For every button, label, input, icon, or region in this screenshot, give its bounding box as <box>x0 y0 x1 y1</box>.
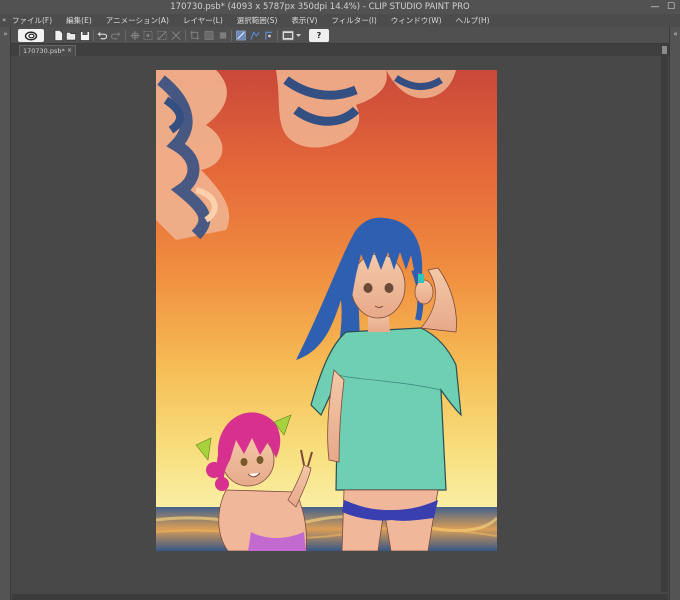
tall-girl <box>296 217 462 551</box>
document-tab-bar: 170730.psb* × <box>0 44 680 56</box>
menu-view[interactable]: 表示(V) <box>291 14 317 27</box>
save-icon[interactable] <box>80 30 90 41</box>
command-bar: « <box>0 27 680 44</box>
menu-animation[interactable]: アニメーション(A) <box>106 14 169 27</box>
crop-icon[interactable] <box>190 30 200 41</box>
menu-bar: « ファイル(F) 編集(E) アニメーション(A) レイヤー(L) 選択範囲(… <box>0 14 680 27</box>
left-panel-strip: » <box>0 27 11 600</box>
clip-studio-window: 170730.psb* (4093 x 5787px 350dpi 14.4%)… <box>0 0 680 600</box>
toolbar-separator <box>231 30 232 41</box>
minimize-button[interactable]: — <box>648 0 662 14</box>
close-tab-icon[interactable]: × <box>67 46 72 56</box>
transform-icon[interactable] <box>130 30 140 41</box>
clear-icon[interactable] <box>204 30 214 41</box>
horizontal-scrollbar[interactable] <box>12 594 668 600</box>
clip-studio-logo-icon[interactable] <box>18 29 44 42</box>
redo-icon[interactable] <box>111 30 121 41</box>
snap-grid-icon[interactable] <box>250 30 260 41</box>
collapse-left-icon[interactable]: « <box>2 14 12 27</box>
new-file-icon[interactable] <box>53 30 63 41</box>
toolbar-separator <box>185 30 186 41</box>
scale-icon[interactable] <box>143 30 153 41</box>
document-tab[interactable]: 170730.psb* × <box>19 45 76 56</box>
clouds <box>156 70 456 240</box>
snap-ruler-icon[interactable] <box>236 30 246 41</box>
menu-help[interactable]: ヘルプ(H) <box>456 14 490 27</box>
vertical-scroll-thumb[interactable] <box>662 46 667 54</box>
undo-icon[interactable] <box>97 30 107 41</box>
toolbar-separator <box>125 30 126 41</box>
document-tab-label: 170730.psb* <box>23 47 65 55</box>
fill-icon[interactable] <box>218 30 228 41</box>
right-panel-strip: « <box>669 27 680 600</box>
expand-left-panel-icon[interactable]: » <box>0 30 11 38</box>
title-bar: 170730.psb* (4093 x 5787px 350dpi 14.4%)… <box>0 0 680 14</box>
window-title: 170730.psb* (4093 x 5787px 350dpi 14.4%)… <box>170 2 470 12</box>
artwork-canvas[interactable] <box>156 70 497 551</box>
canvas-view-icon[interactable] <box>282 30 302 41</box>
open-file-icon[interactable] <box>66 30 76 41</box>
menu-window[interactable]: ウィンドウ(W) <box>391 14 442 27</box>
deselect-icon[interactable] <box>157 30 167 41</box>
toolbar-separator <box>93 30 94 41</box>
menu-layer[interactable]: レイヤー(L) <box>183 14 223 27</box>
help-icon[interactable]: ? <box>309 29 329 42</box>
menu-file[interactable]: ファイル(F) <box>12 14 52 27</box>
menu-selection[interactable]: 選択範囲(S) <box>237 14 278 27</box>
expand-right-panel-icon[interactable]: « <box>670 30 680 38</box>
toolbar-separator <box>277 30 278 41</box>
illustration-image <box>156 70 497 551</box>
invert-selection-icon[interactable] <box>171 30 181 41</box>
maximize-button[interactable]: ☐ <box>664 0 678 14</box>
menu-filter[interactable]: フィルター(I) <box>331 14 376 27</box>
vertical-scrollbar[interactable] <box>661 44 668 592</box>
menu-edit[interactable]: 編集(E) <box>66 14 92 27</box>
snap-special-icon[interactable] <box>264 30 274 41</box>
